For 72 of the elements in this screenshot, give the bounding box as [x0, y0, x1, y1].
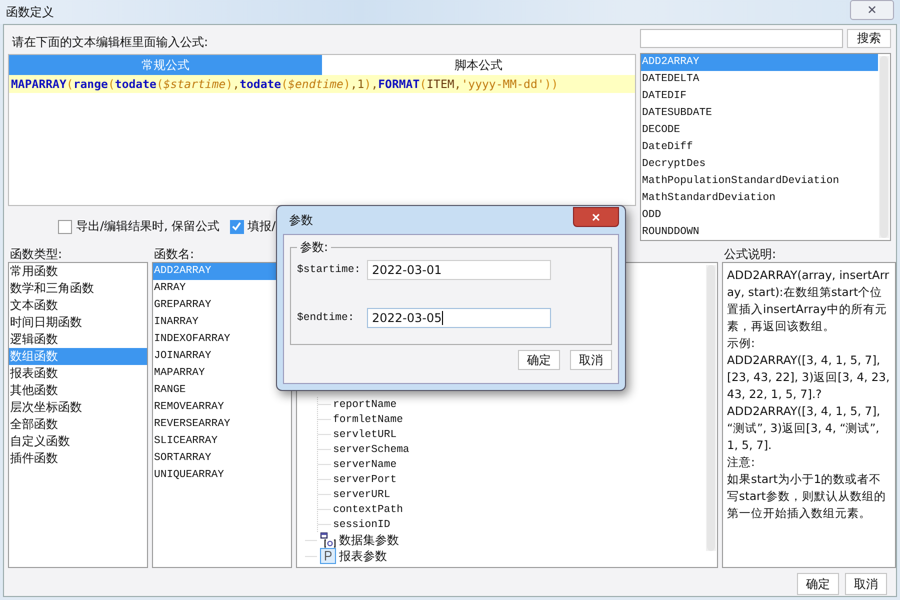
- dataset-icon: [320, 532, 336, 548]
- parameter-icon: [320, 548, 336, 564]
- section-label: 函数类型:: [9, 246, 64, 262]
- result-item[interactable]: MathPopulationStandardDeviation: [641, 173, 878, 190]
- checkbox-label: 导出/编辑结果时, 保留公式: [76, 218, 220, 235]
- input-field[interactable]: 2022-03-01: [367, 260, 551, 280]
- result-item[interactable]: ROUNDDOWN: [641, 224, 878, 241]
- function-type-item[interactable]: 插件函数: [9, 450, 147, 467]
- dialog-title: 参数: [289, 212, 313, 228]
- tree-item[interactable]: reportName: [333, 398, 397, 410]
- window-title: 函数定义: [6, 4, 54, 20]
- tree-item[interactable]: serverName: [333, 458, 397, 470]
- description-text: 示例:: [727, 335, 756, 352]
- result-item[interactable]: MathStandardDeviation: [641, 190, 878, 207]
- result-item[interactable]: DATESUBDATE: [641, 105, 878, 122]
- function-type-item[interactable]: 逻辑函数: [9, 331, 147, 348]
- function-name-item[interactable]: UNIQUEARRAY: [153, 467, 291, 484]
- function-type-item[interactable]: 自定义函数: [9, 433, 147, 450]
- function-name-item[interactable]: SORTARRAY: [153, 450, 291, 467]
- section-label: 函数名:: [153, 246, 196, 262]
- close-button[interactable]: ×: [573, 207, 619, 227]
- checkbox[interactable]: [58, 220, 72, 234]
- result-item[interactable]: DECODE: [641, 122, 878, 139]
- tree-item[interactable]: sessionID: [333, 518, 390, 530]
- tree-item[interactable]: serverPort: [333, 474, 397, 486]
- function-type-item[interactable]: 层次坐标函数: [9, 399, 147, 416]
- function-type-item[interactable]: 全部函数: [9, 416, 147, 433]
- function-name-item[interactable]: REVERSEARRAY: [153, 416, 291, 433]
- checkbox[interactable]: [230, 220, 244, 234]
- description-text: ADD2ARRAY(array, insertArray, start):在数组第start个位置插入insertArray中的所有元素，再返回该数组。: [727, 267, 890, 335]
- description-text: ADD2ARRAY([3, 4, 1, 5, 7], [23, 43, 22], 3)返回[3, 4, 23, 43, 22, 1, 5, 7].?: [727, 352, 891, 403]
- formula-code: MAPARRAY(range(todate($startime),todate($endtime),1),FORMAT(ITEM,'yyyy-MM-dd')): [9, 75, 635, 93]
- tree-item[interactable]: 报表参数: [339, 548, 387, 564]
- function-type-item[interactable]: 其他函数: [9, 382, 147, 399]
- field-label: $startime:: [297, 264, 357, 276]
- tree-item[interactable]: formletName: [333, 414, 403, 426]
- input-field[interactable]: 2022-03-05: [367, 308, 551, 328]
- description-text: 注意:: [727, 454, 756, 471]
- function-name-item[interactable]: SLICEARRAY: [153, 433, 291, 450]
- tree-item[interactable]: serverSchema: [333, 444, 410, 456]
- tree-item[interactable]: serverURL: [333, 488, 390, 500]
- prompt-label: 请在下面的文本编辑框里面输入公式:: [11, 34, 210, 51]
- group-label: 参数:: [299, 239, 330, 256]
- result-item[interactable]: ODD: [641, 207, 878, 224]
- search-button[interactable]: 搜索: [847, 29, 891, 48]
- field-label: $endtime:: [297, 312, 356, 324]
- result-item[interactable]: DateDiff: [641, 139, 878, 156]
- result-item[interactable]: DATEDIF: [641, 88, 878, 105]
- function-type-item[interactable]: 报表函数: [9, 365, 147, 382]
- function-type-item[interactable]: 文本函数: [9, 297, 147, 314]
- description-text: 如果start为小于1的数或者不写start参数，则默认从数组的第一位开始插入数组元素。: [727, 471, 887, 522]
- function-type-item[interactable]: 常用函数: [9, 263, 147, 280]
- section-label: 公式说明:: [723, 246, 778, 262]
- dialog-button[interactable]: 取消: [570, 350, 612, 370]
- result-item[interactable]: DATEDELTA: [641, 71, 878, 88]
- scrollbar[interactable]: [706, 265, 716, 551]
- formula-editor[interactable]: 常规公式 脚本公式 MAPARRAY(range(todate($startime),todate($endtime),1),FORMAT(ITEM,'yyyy-MM-dd')): [8, 54, 636, 206]
- function-type-item[interactable]: 数学和三角函数: [9, 280, 147, 297]
- dialog-button[interactable]: 取消: [845, 573, 887, 595]
- tree-item[interactable]: servletURL: [333, 428, 397, 440]
- description-text: ADD2ARRAY([3, 4, 1, 5, 7], “测试”, 3)返回[3, 4, “测试”, 1, 5, 7].: [727, 403, 882, 454]
- function-type-item[interactable]: 时间日期函数: [9, 314, 147, 331]
- function-name-item[interactable]: REMOVEARRAY: [153, 399, 291, 416]
- tree-item[interactable]: 数据集参数: [339, 532, 399, 548]
- dialog-button[interactable]: 确定: [797, 573, 839, 595]
- result-item[interactable]: DecryptDes: [641, 156, 878, 173]
- checkbox-label: 填报/: [248, 218, 276, 235]
- dialog-button[interactable]: 确定: [518, 350, 560, 370]
- tree-item[interactable]: contextPath: [333, 504, 403, 516]
- search-field[interactable]: [640, 29, 843, 48]
- close-button[interactable]: ✕: [850, 0, 894, 20]
- scrollbar[interactable]: [879, 56, 889, 238]
